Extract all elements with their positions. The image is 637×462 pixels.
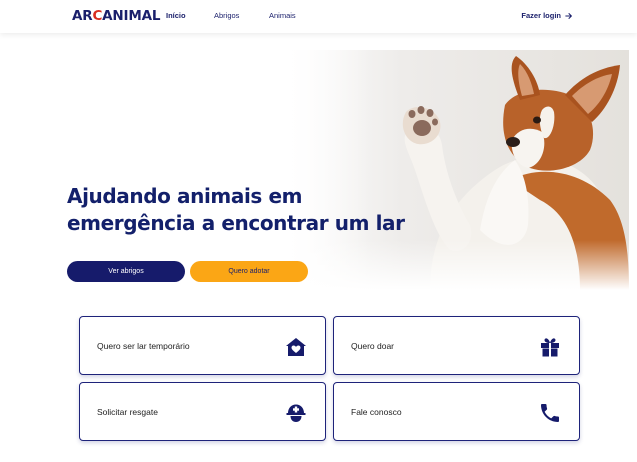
- logo-prefix: AR: [72, 8, 93, 24]
- hero-title: Ajudando animais em emergência a encontr…: [67, 183, 447, 237]
- quero-adotar-button[interactable]: Quero adotar: [190, 261, 308, 282]
- card-label: Quero doar: [351, 341, 394, 351]
- card-label: Quero ser lar temporário: [97, 341, 190, 351]
- house-heart-icon: [284, 335, 308, 359]
- logo-suffix: ANIMAL: [102, 8, 161, 24]
- arrow-right-icon: [565, 13, 572, 19]
- card-label: Solicitar resgate: [97, 407, 158, 417]
- card-solicitar-resgate[interactable]: Solicitar resgate: [79, 382, 326, 441]
- card-label: Fale conosco: [351, 407, 402, 417]
- phone-icon: [538, 401, 562, 425]
- nav-link-inicio[interactable]: Início: [166, 11, 186, 21]
- card-quero-doar[interactable]: Quero doar: [333, 316, 580, 375]
- login-link[interactable]: Fazer login: [521, 11, 573, 21]
- navbar: ARCANIMAL Início Abrigos Animais Fazer l…: [0, 0, 637, 33]
- nav-link-abrigos[interactable]: Abrigos: [214, 11, 239, 21]
- hero-title-line-2: emergência a encontrar um lar: [67, 211, 405, 235]
- card-lar-temporario[interactable]: Quero ser lar temporário: [79, 316, 326, 375]
- hero-title-line-1: Ajudando animais em: [67, 184, 303, 208]
- login-label: Fazer login: [521, 11, 561, 20]
- ver-abrigos-button[interactable]: Ver abrigos: [67, 261, 185, 282]
- rescue-helmet-icon: [284, 401, 308, 425]
- card-fale-conosco[interactable]: Fale conosco: [333, 382, 580, 441]
- logo[interactable]: ARCANIMAL: [72, 8, 160, 24]
- gift-icon: [538, 335, 562, 359]
- hero-dog-image: [280, 50, 629, 290]
- nav-link-animais[interactable]: Animais: [269, 11, 296, 21]
- logo-accent: C: [92, 8, 103, 24]
